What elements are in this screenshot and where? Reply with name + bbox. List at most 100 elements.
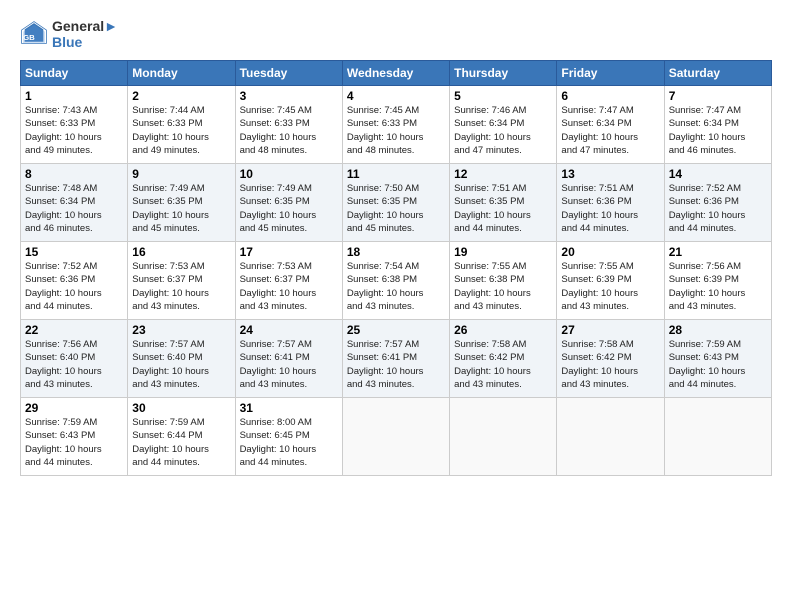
calendar-cell: 11Sunrise: 7:50 AM Sunset: 6:35 PM Dayli… bbox=[342, 164, 449, 242]
calendar-cell: 2Sunrise: 7:44 AM Sunset: 6:33 PM Daylig… bbox=[128, 86, 235, 164]
day-number: 22 bbox=[25, 323, 123, 337]
day-number: 13 bbox=[561, 167, 659, 181]
calendar-cell: 20Sunrise: 7:55 AM Sunset: 6:39 PM Dayli… bbox=[557, 242, 664, 320]
calendar-week-row: 8Sunrise: 7:48 AM Sunset: 6:34 PM Daylig… bbox=[21, 164, 772, 242]
day-number: 12 bbox=[454, 167, 552, 181]
calendar-cell: 21Sunrise: 7:56 AM Sunset: 6:39 PM Dayli… bbox=[664, 242, 771, 320]
day-number: 3 bbox=[240, 89, 338, 103]
calendar-cell: 7Sunrise: 7:47 AM Sunset: 6:34 PM Daylig… bbox=[664, 86, 771, 164]
calendar-week-row: 29Sunrise: 7:59 AM Sunset: 6:43 PM Dayli… bbox=[21, 398, 772, 476]
day-info: Sunrise: 7:57 AM Sunset: 6:41 PM Dayligh… bbox=[347, 338, 445, 391]
day-number: 14 bbox=[669, 167, 767, 181]
calendar-cell: 3Sunrise: 7:45 AM Sunset: 6:33 PM Daylig… bbox=[235, 86, 342, 164]
day-number: 20 bbox=[561, 245, 659, 259]
day-info: Sunrise: 7:47 AM Sunset: 6:34 PM Dayligh… bbox=[669, 104, 767, 157]
calendar-cell: 14Sunrise: 7:52 AM Sunset: 6:36 PM Dayli… bbox=[664, 164, 771, 242]
day-info: Sunrise: 7:56 AM Sunset: 6:39 PM Dayligh… bbox=[669, 260, 767, 313]
day-number: 25 bbox=[347, 323, 445, 337]
day-number: 28 bbox=[669, 323, 767, 337]
day-number: 23 bbox=[132, 323, 230, 337]
svg-text:GB: GB bbox=[23, 33, 35, 42]
day-number: 27 bbox=[561, 323, 659, 337]
calendar-cell: 12Sunrise: 7:51 AM Sunset: 6:35 PM Dayli… bbox=[450, 164, 557, 242]
day-info: Sunrise: 7:48 AM Sunset: 6:34 PM Dayligh… bbox=[25, 182, 123, 235]
day-number: 5 bbox=[454, 89, 552, 103]
day-info: Sunrise: 7:46 AM Sunset: 6:34 PM Dayligh… bbox=[454, 104, 552, 157]
day-number: 18 bbox=[347, 245, 445, 259]
calendar-cell bbox=[450, 398, 557, 476]
day-info: Sunrise: 7:49 AM Sunset: 6:35 PM Dayligh… bbox=[132, 182, 230, 235]
day-number: 29 bbox=[25, 401, 123, 415]
day-info: Sunrise: 7:53 AM Sunset: 6:37 PM Dayligh… bbox=[240, 260, 338, 313]
day-info: Sunrise: 7:45 AM Sunset: 6:33 PM Dayligh… bbox=[347, 104, 445, 157]
day-info: Sunrise: 8:00 AM Sunset: 6:45 PM Dayligh… bbox=[240, 416, 338, 469]
day-number: 16 bbox=[132, 245, 230, 259]
day-info: Sunrise: 7:54 AM Sunset: 6:38 PM Dayligh… bbox=[347, 260, 445, 313]
calendar-cell: 9Sunrise: 7:49 AM Sunset: 6:35 PM Daylig… bbox=[128, 164, 235, 242]
day-header: Tuesday bbox=[235, 61, 342, 86]
calendar-table: SundayMondayTuesdayWednesdayThursdayFrid… bbox=[20, 60, 772, 476]
day-number: 10 bbox=[240, 167, 338, 181]
day-number: 7 bbox=[669, 89, 767, 103]
day-number: 9 bbox=[132, 167, 230, 181]
day-header: Thursday bbox=[450, 61, 557, 86]
day-number: 24 bbox=[240, 323, 338, 337]
calendar-week-row: 15Sunrise: 7:52 AM Sunset: 6:36 PM Dayli… bbox=[21, 242, 772, 320]
day-header: Sunday bbox=[21, 61, 128, 86]
day-info: Sunrise: 7:53 AM Sunset: 6:37 PM Dayligh… bbox=[132, 260, 230, 313]
day-number: 26 bbox=[454, 323, 552, 337]
calendar-cell: 17Sunrise: 7:53 AM Sunset: 6:37 PM Dayli… bbox=[235, 242, 342, 320]
day-number: 1 bbox=[25, 89, 123, 103]
day-number: 8 bbox=[25, 167, 123, 181]
day-info: Sunrise: 7:59 AM Sunset: 6:44 PM Dayligh… bbox=[132, 416, 230, 469]
day-number: 11 bbox=[347, 167, 445, 181]
day-info: Sunrise: 7:55 AM Sunset: 6:38 PM Dayligh… bbox=[454, 260, 552, 313]
day-info: Sunrise: 7:45 AM Sunset: 6:33 PM Dayligh… bbox=[240, 104, 338, 157]
day-info: Sunrise: 7:44 AM Sunset: 6:33 PM Dayligh… bbox=[132, 104, 230, 157]
page: GB General► Blue SundayMondayTuesdayWedn… bbox=[0, 0, 792, 612]
logo-text: General► Blue bbox=[52, 18, 118, 50]
logo: GB General► Blue bbox=[20, 18, 118, 50]
calendar-cell: 24Sunrise: 7:57 AM Sunset: 6:41 PM Dayli… bbox=[235, 320, 342, 398]
calendar-week-row: 22Sunrise: 7:56 AM Sunset: 6:40 PM Dayli… bbox=[21, 320, 772, 398]
calendar-cell: 13Sunrise: 7:51 AM Sunset: 6:36 PM Dayli… bbox=[557, 164, 664, 242]
day-info: Sunrise: 7:59 AM Sunset: 6:43 PM Dayligh… bbox=[25, 416, 123, 469]
calendar-cell: 31Sunrise: 8:00 AM Sunset: 6:45 PM Dayli… bbox=[235, 398, 342, 476]
day-number: 15 bbox=[25, 245, 123, 259]
calendar-cell: 25Sunrise: 7:57 AM Sunset: 6:41 PM Dayli… bbox=[342, 320, 449, 398]
day-header: Friday bbox=[557, 61, 664, 86]
day-header: Wednesday bbox=[342, 61, 449, 86]
calendar-cell: 30Sunrise: 7:59 AM Sunset: 6:44 PM Dayli… bbox=[128, 398, 235, 476]
day-info: Sunrise: 7:55 AM Sunset: 6:39 PM Dayligh… bbox=[561, 260, 659, 313]
day-info: Sunrise: 7:52 AM Sunset: 6:36 PM Dayligh… bbox=[669, 182, 767, 235]
day-number: 31 bbox=[240, 401, 338, 415]
calendar-cell: 15Sunrise: 7:52 AM Sunset: 6:36 PM Dayli… bbox=[21, 242, 128, 320]
calendar-cell: 23Sunrise: 7:57 AM Sunset: 6:40 PM Dayli… bbox=[128, 320, 235, 398]
day-info: Sunrise: 7:50 AM Sunset: 6:35 PM Dayligh… bbox=[347, 182, 445, 235]
calendar-cell: 5Sunrise: 7:46 AM Sunset: 6:34 PM Daylig… bbox=[450, 86, 557, 164]
day-info: Sunrise: 7:56 AM Sunset: 6:40 PM Dayligh… bbox=[25, 338, 123, 391]
calendar-body: 1Sunrise: 7:43 AM Sunset: 6:33 PM Daylig… bbox=[21, 86, 772, 476]
calendar-cell: 22Sunrise: 7:56 AM Sunset: 6:40 PM Dayli… bbox=[21, 320, 128, 398]
day-info: Sunrise: 7:58 AM Sunset: 6:42 PM Dayligh… bbox=[561, 338, 659, 391]
day-info: Sunrise: 7:52 AM Sunset: 6:36 PM Dayligh… bbox=[25, 260, 123, 313]
calendar-cell bbox=[342, 398, 449, 476]
day-number: 4 bbox=[347, 89, 445, 103]
header: GB General► Blue bbox=[20, 18, 772, 50]
day-number: 17 bbox=[240, 245, 338, 259]
day-info: Sunrise: 7:49 AM Sunset: 6:35 PM Dayligh… bbox=[240, 182, 338, 235]
calendar-cell: 28Sunrise: 7:59 AM Sunset: 6:43 PM Dayli… bbox=[664, 320, 771, 398]
calendar-header-row: SundayMondayTuesdayWednesdayThursdayFrid… bbox=[21, 61, 772, 86]
calendar-cell bbox=[557, 398, 664, 476]
calendar-cell bbox=[664, 398, 771, 476]
day-info: Sunrise: 7:57 AM Sunset: 6:40 PM Dayligh… bbox=[132, 338, 230, 391]
calendar-cell: 27Sunrise: 7:58 AM Sunset: 6:42 PM Dayli… bbox=[557, 320, 664, 398]
day-info: Sunrise: 7:47 AM Sunset: 6:34 PM Dayligh… bbox=[561, 104, 659, 157]
day-number: 30 bbox=[132, 401, 230, 415]
calendar-cell: 29Sunrise: 7:59 AM Sunset: 6:43 PM Dayli… bbox=[21, 398, 128, 476]
day-info: Sunrise: 7:58 AM Sunset: 6:42 PM Dayligh… bbox=[454, 338, 552, 391]
day-info: Sunrise: 7:59 AM Sunset: 6:43 PM Dayligh… bbox=[669, 338, 767, 391]
day-number: 6 bbox=[561, 89, 659, 103]
calendar-cell: 16Sunrise: 7:53 AM Sunset: 6:37 PM Dayli… bbox=[128, 242, 235, 320]
calendar-week-row: 1Sunrise: 7:43 AM Sunset: 6:33 PM Daylig… bbox=[21, 86, 772, 164]
